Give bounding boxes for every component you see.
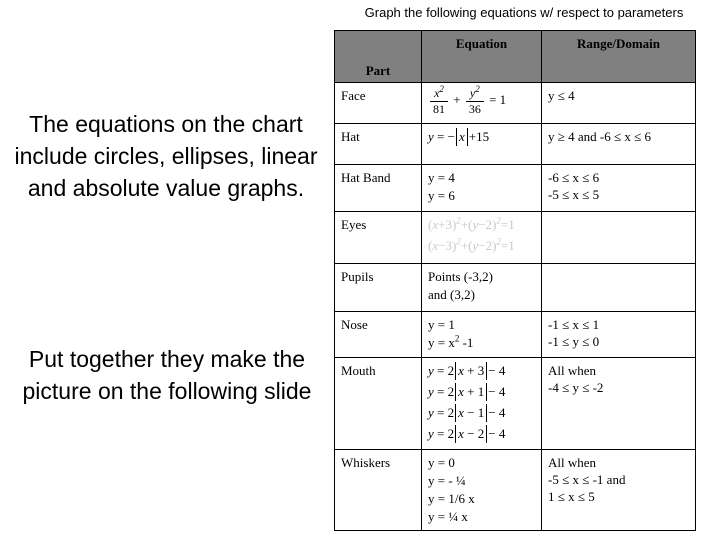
cell-part-mouth: Mouth xyxy=(334,357,422,450)
table-row: Whiskers y = 0 y = - ¼ y = 1/6 x y = ¼ x… xyxy=(334,449,696,531)
cell-range-face: y ≤ 4 xyxy=(541,82,696,124)
range-line: -1 ≤ x ≤ 1 xyxy=(548,317,600,332)
cell-range-whiskers: All when -5 ≤ x ≤ -1 and 1 ≤ x ≤ 5 xyxy=(541,449,696,531)
range-line: All when xyxy=(548,363,597,378)
fraction-x-squared-over-81: x2 81 xyxy=(430,85,448,116)
equation-line: and (3,2) xyxy=(428,287,475,302)
equation-mouth-3: y = 2x − 1− 4 xyxy=(428,404,506,422)
narrative-text-1: The equations on the chart include circl… xyxy=(14,111,318,201)
equations-table: Part Equation Range/Domain Face x2 81 + y… xyxy=(334,30,696,531)
equation-eye-right: (x−3)2+(y−2)2=1 xyxy=(428,236,515,253)
cell-part-pupils: Pupils xyxy=(334,263,422,312)
cell-range-nose: -1 ≤ x ≤ 1 -1 ≤ y ≤ 0 xyxy=(541,311,696,358)
range-line: All when xyxy=(548,455,597,470)
cell-part-hat: Hat xyxy=(334,123,422,165)
range-line: y ≥ 4 and -6 ≤ x ≤ 6 xyxy=(548,129,652,144)
column-header-part: Part xyxy=(334,30,422,83)
cell-equation-eyes: (x+3)2+(y−2)2=1 (x−3)2+(y−2)2=1 xyxy=(421,211,542,264)
cell-equation-nose: y = 1 y = x2 -1 xyxy=(421,311,542,358)
equation-face: x2 81 + y2 36 = 1 xyxy=(428,85,506,116)
table-row: Hat Band y = 4 y = 6 -6 ≤ x ≤ 6 -5 ≤ x ≤… xyxy=(334,164,696,212)
cell-equation-whiskers: y = 0 y = - ¼ y = 1/6 x y = ¼ x xyxy=(421,449,542,531)
table-row: Hat y = − x +15 y ≥ 4 and -6 ≤ x ≤ 6 xyxy=(334,123,696,165)
cell-part-eyes: Eyes xyxy=(334,211,422,264)
table-body: Face x2 81 + y2 36 = 1 y ≤ 4 Hat y = − x +15… xyxy=(334,82,696,531)
table-row: Pupils Points (-3,2) and (3,2) xyxy=(334,263,696,312)
equation-hat: y = − x +15 xyxy=(428,128,490,146)
equations-chart: Part Equation Range/Domain Face x2 81 + y… xyxy=(334,30,696,531)
equation-line: Points (-3,2) xyxy=(428,269,493,284)
cell-part-nose: Nose xyxy=(334,311,422,358)
equation-line: y = 1/6 x xyxy=(428,491,475,506)
cell-equation-mouth: y = 2x + 3− 4 y = 2x + 1− 4 y = 2x − 1− … xyxy=(421,357,542,450)
equation-line: y = 1 xyxy=(428,317,455,332)
range-line: -5 ≤ x ≤ -1 and xyxy=(548,472,626,487)
cell-range-hat: y ≥ 4 and -6 ≤ x ≤ 6 xyxy=(541,123,696,165)
equation-eye-left: (x+3)2+(y−2)2=1 xyxy=(428,215,515,232)
cell-part-hat-band: Hat Band xyxy=(334,164,422,212)
cell-equation-face: x2 81 + y2 36 = 1 xyxy=(421,82,542,124)
cell-range-mouth: All when -4 ≤ y ≤ -2 xyxy=(541,357,696,450)
table-row: Eyes (x+3)2+(y−2)2=1 (x−3)2+(y−2)2=1 xyxy=(334,211,696,264)
range-line: -5 ≤ x ≤ 5 xyxy=(548,187,600,202)
slide-title: Graph the following equations w/ respect… xyxy=(364,5,684,20)
column-header-range: Range/Domain xyxy=(541,30,696,83)
cell-equation-hat-band: y = 4 y = 6 xyxy=(421,164,542,212)
cell-part-face: Face xyxy=(334,82,422,124)
table-row: Nose y = 1 y = x2 -1 -1 ≤ x ≤ 1 -1 ≤ y ≤… xyxy=(334,311,696,358)
equation-line: y = ¼ x xyxy=(428,509,468,524)
table-header-row: Part Equation Range/Domain xyxy=(334,30,696,83)
equation-mouth-1: y = 2x + 3− 4 xyxy=(428,362,506,380)
equation-mouth-2: y = 2x + 1− 4 xyxy=(428,383,506,401)
equation-line: y = - ¼ xyxy=(428,473,466,488)
fraction-y-squared-over-36: y2 36 xyxy=(465,85,484,116)
range-line: -6 ≤ x ≤ 6 xyxy=(548,170,600,185)
cell-range-eyes xyxy=(541,211,696,264)
range-line: y ≤ 4 xyxy=(548,88,575,103)
column-header-equation: Equation xyxy=(421,30,542,83)
cell-part-whiskers: Whiskers xyxy=(334,449,422,531)
table-row: Mouth y = 2x + 3− 4 y = 2x + 1− 4 y = 2x… xyxy=(334,357,696,450)
narrative-text-2: Put together they make the picture on th… xyxy=(22,346,312,404)
cell-range-hat-band: -6 ≤ x ≤ 6 -5 ≤ x ≤ 5 xyxy=(541,164,696,212)
range-line: -1 ≤ y ≤ 0 xyxy=(548,334,600,349)
equation-line: y = 6 xyxy=(428,188,455,203)
equation-line: y = 4 xyxy=(428,170,455,185)
equation-mouth-4: y = 2x − 2− 4 xyxy=(428,425,506,443)
cell-range-pupils xyxy=(541,263,696,312)
table-header: Part Equation Range/Domain xyxy=(334,30,696,83)
equation-line: y = 0 xyxy=(428,455,455,470)
cell-equation-hat: y = − x +15 xyxy=(421,123,542,165)
table-row: Face x2 81 + y2 36 = 1 y ≤ 4 xyxy=(334,82,696,124)
equation-line-nose-parabola: y = x2 -1 xyxy=(428,333,474,350)
cell-equation-pupils: Points (-3,2) and (3,2) xyxy=(421,263,542,312)
range-line: 1 ≤ x ≤ 5 xyxy=(548,489,595,504)
range-line: -4 ≤ y ≤ -2 xyxy=(548,380,604,395)
